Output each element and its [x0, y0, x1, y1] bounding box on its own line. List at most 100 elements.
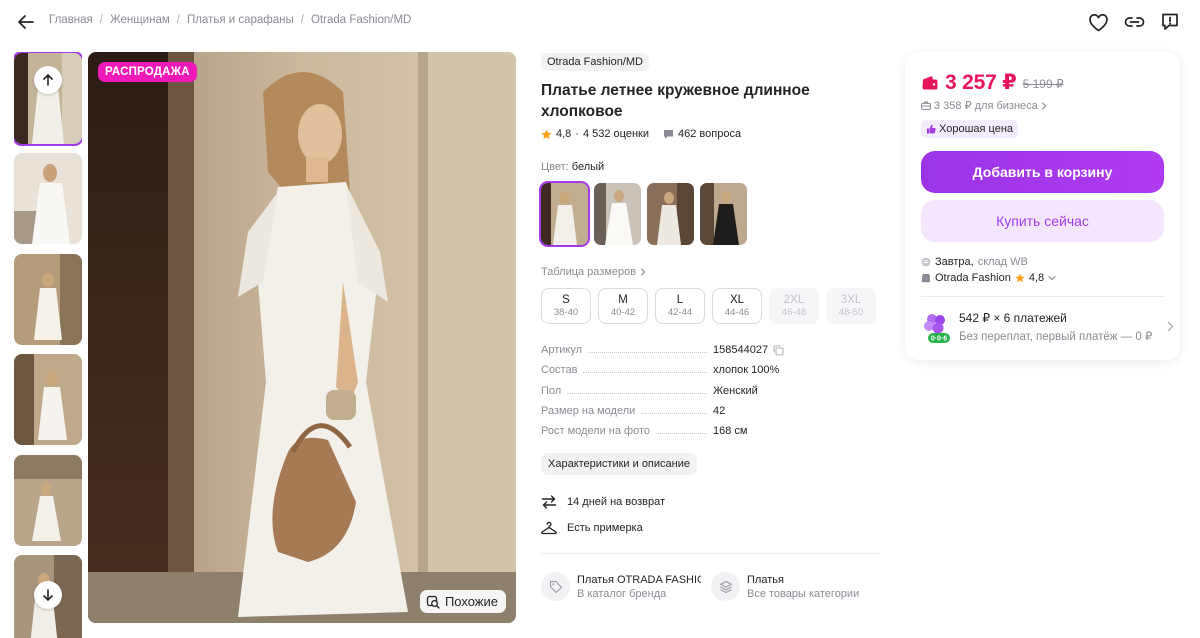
- divider: [541, 553, 879, 555]
- tag-icon: [541, 572, 570, 602]
- top-actions: [1086, 10, 1182, 34]
- business-price: 3 358 ₽ для бизнеса: [934, 100, 1038, 112]
- size-label: M: [618, 293, 628, 306]
- size-table-label: Таблица размеров: [541, 266, 637, 278]
- color-swatches: [539, 181, 881, 247]
- breadcrumb-women[interactable]: Женщинам: [110, 14, 170, 26]
- rating-dot: ·: [575, 128, 579, 140]
- brand-catalog-sub: В каталог бренда: [577, 587, 667, 600]
- favorite-button[interactable]: [1086, 10, 1110, 34]
- business-price-link[interactable]: 3 358 ₽ для бизнеса: [921, 99, 1164, 112]
- thumbs-up-icon: [927, 124, 936, 134]
- feature-return: 14 дней на возврат: [541, 489, 881, 515]
- breadcrumb-dresses[interactable]: Платья и сарафаны: [187, 14, 294, 26]
- size-option-l[interactable]: L 42-44: [655, 288, 705, 324]
- spec-row: Рост модели на фото 168 см: [541, 425, 881, 445]
- category-link[interactable]: Платья Все товары категории: [711, 572, 871, 602]
- size-option-m[interactable]: M 40-42: [598, 288, 648, 324]
- thumbnails-up-button[interactable]: [34, 66, 62, 94]
- questions-link[interactable]: 462 вопроса: [663, 128, 741, 140]
- color-swatch-3[interactable]: [647, 183, 694, 245]
- good-price-label: Хорошая цена: [939, 123, 1014, 135]
- installment-subtitle: Без переплат, первый платёж — 0 ₽: [959, 331, 1153, 343]
- color-label: Цвет: белый: [541, 161, 881, 173]
- category-links: Платья OTRADA FASHION В каталог бренда П…: [541, 572, 881, 602]
- arrow-left-icon: [18, 15, 34, 29]
- similar-label: Похожие: [444, 594, 498, 609]
- color-swatch-black[interactable]: [700, 183, 747, 245]
- svg-text:0·0·6: 0·0·6: [931, 336, 947, 343]
- product-photo-image: [88, 52, 516, 623]
- chevron-down-icon: [1048, 275, 1056, 281]
- main-product-photo[interactable]: РАСПРОДАЖА Похожие: [88, 52, 516, 623]
- questions-icon: [664, 129, 673, 139]
- breadcrumb-brand[interactable]: Otrada Fashion/MD: [311, 14, 411, 26]
- similar-icon: [426, 595, 440, 609]
- size-option-xl[interactable]: XL 44-46: [712, 288, 762, 324]
- thumbnail-gallery: [14, 52, 82, 638]
- features-list: 14 дней на возврат Есть примерка: [541, 489, 881, 541]
- reviews-count[interactable]: 4 532 оценки: [583, 128, 649, 140]
- characteristics-button[interactable]: Характеристики и описание: [541, 453, 697, 476]
- spec-row: Артикул 158544027: [541, 344, 881, 364]
- spec-row: Пол Женский: [541, 385, 881, 405]
- category-title: Платья: [747, 573, 784, 586]
- seller-link[interactable]: Otrada Fashion 4,8: [921, 272, 1164, 284]
- price-row: 3 257 ₽ 5 199 ₽: [921, 70, 1164, 95]
- spec-key: Размер на модели: [541, 404, 636, 417]
- back-button[interactable]: [14, 10, 38, 34]
- spec-value: хлопок 100%: [713, 364, 780, 377]
- feature-fitting-label: Есть примерка: [567, 522, 643, 535]
- breadcrumb-home[interactable]: Главная: [49, 14, 93, 26]
- color-swatch-2[interactable]: [594, 183, 641, 245]
- spec-value: Женский: [713, 384, 758, 397]
- divider: [921, 296, 1164, 297]
- article-number: 158544027: [713, 344, 769, 356]
- installment-icon: 0·0·6: [924, 314, 950, 343]
- warehouse-icon: [921, 257, 931, 267]
- thumbnail-4[interactable]: [14, 354, 82, 445]
- size-table-link[interactable]: Таблица размеров: [541, 266, 881, 278]
- color-label-text: Цвет:: [541, 161, 569, 173]
- buy-now-button[interactable]: Купить сейчас: [921, 200, 1164, 242]
- brand-catalog-title: Платья OTRADA FASHION: [577, 573, 701, 586]
- delivery-place: склад WB: [977, 256, 1028, 268]
- spec-row: Размер на модели 42: [541, 405, 881, 425]
- top-bar: Главная / Женщинам / Платья и сарафаны /…: [0, 0, 1200, 44]
- sale-badge: РАСПРОДАЖА: [98, 62, 197, 82]
- size-ru: 46-48: [781, 306, 807, 318]
- return-icon: [541, 495, 557, 510]
- size-option-3xl: 3XL 48-50: [826, 288, 876, 324]
- brand-catalog-link[interactable]: Платья OTRADA FASHION В каталог бренда: [541, 572, 701, 602]
- product-info: Otrada Fashion/MD Платье летнее кружевно…: [539, 52, 881, 602]
- similar-button[interactable]: Похожие: [419, 590, 506, 613]
- size-label: XL: [729, 293, 745, 306]
- breadcrumb-separator: /: [300, 14, 304, 26]
- installment-offer[interactable]: 0·0·6 542 ₽ × 6 платежей Без переплат, п…: [921, 309, 1174, 345]
- delivery-info: Завтра, склад WB: [921, 256, 1164, 268]
- size-option-s[interactable]: S 38-40: [541, 288, 591, 324]
- add-to-cart-button[interactable]: Добавить в корзину: [921, 151, 1164, 193]
- good-price-badge: Хорошая цена: [921, 120, 1019, 138]
- thumbnail-5[interactable]: [14, 455, 82, 546]
- color-swatch-white[interactable]: [539, 181, 590, 247]
- thumbnails-down-button[interactable]: [34, 581, 62, 609]
- spec-key: Рост модели на фото: [541, 425, 651, 438]
- old-price: 5 199 ₽: [1022, 77, 1064, 91]
- thumbnail-3[interactable]: [14, 254, 82, 345]
- wallet-icon: [922, 76, 938, 90]
- spec-key: Состав: [541, 364, 578, 377]
- thumbnail-2[interactable]: [14, 153, 82, 244]
- brand-chip[interactable]: Otrada Fashion/MD: [541, 53, 649, 71]
- heart-icon: [1088, 13, 1108, 31]
- star-icon: [1015, 273, 1025, 283]
- breadcrumb-separator: /: [176, 14, 180, 26]
- link-icon: [1124, 17, 1144, 27]
- breadcrumb: Главная / Женщинам / Платья и сарафаны /…: [49, 14, 411, 26]
- report-button[interactable]: [1158, 10, 1182, 34]
- current-price: 3 257 ₽: [945, 71, 1017, 94]
- share-link-button[interactable]: [1122, 10, 1146, 34]
- size-label: 2XL: [783, 293, 805, 306]
- copy-icon[interactable]: [773, 344, 784, 356]
- rating-value[interactable]: 4,8: [556, 128, 571, 140]
